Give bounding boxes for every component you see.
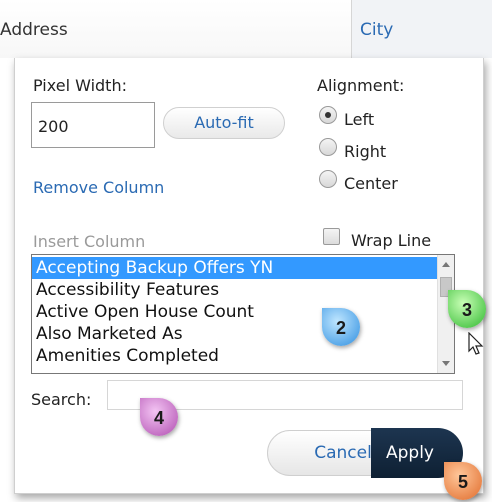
wrap-line-label: Wrap Line bbox=[351, 231, 432, 250]
alignment-option-right-label: Right bbox=[344, 142, 387, 161]
remove-column-link[interactable]: Remove Column bbox=[33, 178, 164, 197]
alignment-option-center-label: Center bbox=[344, 174, 398, 193]
column-header-city[interactable]: City bbox=[352, 0, 492, 58]
column-settings-popup: Pixel Width: 200 Auto-fit Remove Column … bbox=[14, 58, 484, 494]
insert-column-listbox[interactable]: Accepting Backup Offers YN Accessibility… bbox=[31, 254, 455, 374]
radio-center[interactable] bbox=[319, 170, 337, 188]
pixel-width-input[interactable]: 200 bbox=[31, 102, 155, 148]
column-header-row: Address City bbox=[0, 0, 492, 58]
scroll-up-icon[interactable] bbox=[442, 262, 450, 267]
column-header-address-label: Address bbox=[0, 20, 68, 40]
list-item[interactable]: Accepting Backup Offers YN bbox=[32, 257, 438, 279]
scroll-down-icon[interactable] bbox=[442, 361, 450, 366]
callout-badge-5: 5 bbox=[444, 462, 482, 500]
column-header-address[interactable]: Address bbox=[0, 0, 352, 58]
callout-badge-4: 4 bbox=[140, 398, 178, 436]
auto-fit-button[interactable]: Auto-fit bbox=[163, 107, 285, 139]
callout-badge-3: 3 bbox=[448, 290, 486, 328]
callout-badge-2: 2 bbox=[322, 308, 360, 346]
radio-right[interactable] bbox=[319, 138, 337, 156]
insert-column-label: Insert Column bbox=[33, 232, 146, 251]
alignment-option-left-label: Left bbox=[344, 110, 375, 129]
mouse-pointer-icon bbox=[468, 332, 484, 355]
alignment-label: Alignment: bbox=[317, 76, 405, 95]
list-item[interactable]: Amenities Completed bbox=[32, 345, 438, 367]
wrap-line-checkbox[interactable] bbox=[323, 228, 340, 245]
column-header-city-label: City bbox=[360, 20, 394, 40]
list-item[interactable]: Also Marketed As bbox=[32, 323, 438, 345]
search-label: Search: bbox=[31, 390, 92, 409]
radio-left[interactable] bbox=[319, 106, 337, 124]
list-item[interactable]: Active Open House Count bbox=[32, 301, 438, 323]
list-item[interactable]: Accessibility Features bbox=[32, 279, 438, 301]
pixel-width-label: Pixel Width: bbox=[33, 76, 127, 95]
